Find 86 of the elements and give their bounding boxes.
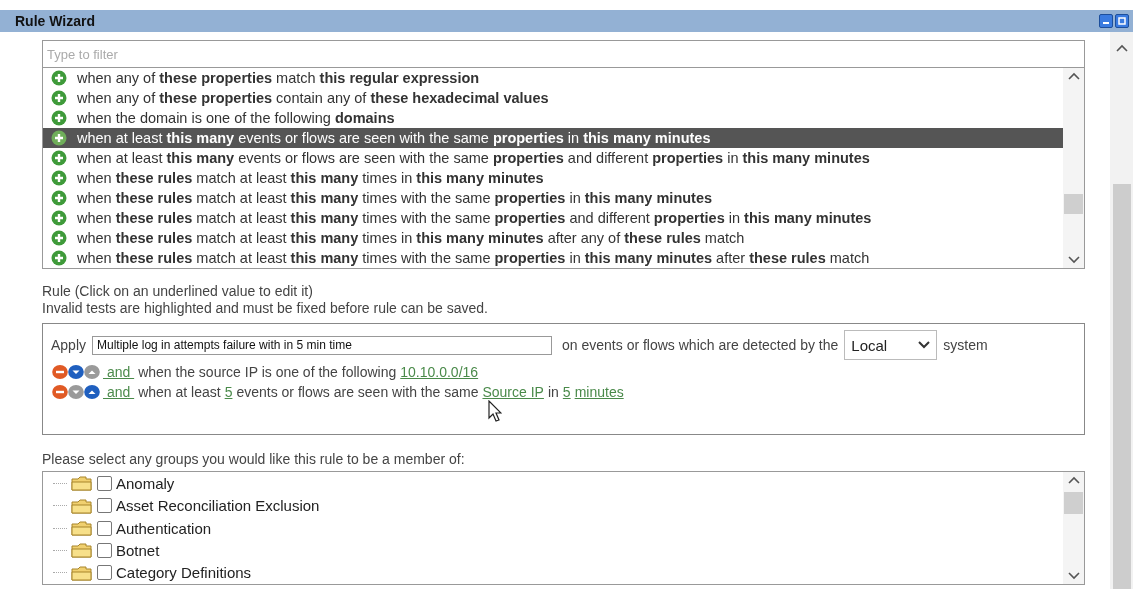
test-list-item[interactable]: when the domain is one of the following domains: [43, 108, 1063, 128]
group-label: Authentication: [116, 519, 212, 537]
test-list-item[interactable]: when these rules match at least this many times with the same properties in this many minutes: [43, 188, 1063, 208]
folder-icon: [71, 497, 93, 514]
add-icon[interactable]: [51, 230, 67, 246]
test-list-item[interactable]: when at least this many events or flows are seen with the same properties in this many minutes: [43, 128, 1063, 148]
group-label: Category Definitions: [116, 564, 252, 582]
system-select[interactable]: Local: [844, 330, 938, 360]
scroll-up-icon[interactable]: [1067, 476, 1080, 484]
test-list-item[interactable]: when these rules match at least this many times with the same properties in this many minutes after these rules match: [43, 248, 1063, 268]
remove-icon[interactable]: [51, 364, 69, 380]
condition-text: events or flows are seen with the same: [236, 384, 479, 400]
remove-icon[interactable]: [51, 384, 69, 400]
test-text: when these rules match at least this many times with the same properties and different properties in this many minutes: [77, 210, 872, 226]
folder-icon: [71, 475, 93, 492]
test-text: when any of these properties contain any of these hexadecimal values: [77, 90, 549, 106]
value-link[interactable]: minutes: [574, 384, 624, 400]
value-link[interactable]: and: [103, 364, 135, 380]
move-down-icon[interactable]: [67, 364, 85, 380]
folder-icon: [71, 564, 93, 581]
test-text: when any of these properties match this regular expression: [77, 70, 480, 86]
value-link[interactable]: 5: [224, 384, 233, 400]
checkbox[interactable]: [97, 542, 112, 558]
add-icon[interactable]: [51, 130, 67, 146]
move-up-icon[interactable]: [83, 384, 101, 400]
window-title: Rule Wizard: [15, 13, 95, 29]
help-text: Invalid tests are highlighted and must be fixed before rule can be saved.: [42, 300, 489, 317]
minimize-button[interactable]: [1099, 14, 1113, 28]
condition-text: when at least: [138, 384, 221, 400]
value-link[interactable]: 5: [562, 384, 571, 400]
test-text: when these rules match at least this many times with the same properties in this many minutes after these rules match: [77, 250, 870, 266]
scroll-up-icon[interactable]: [1115, 44, 1128, 52]
scrollbar[interactable]: [1063, 68, 1084, 268]
checkbox[interactable]: [97, 565, 112, 581]
rule-name-field[interactable]: Multiple log in attempts failure with in 5 min time: [92, 335, 553, 355]
test-text: when at least this many events or flows are seen with the same properties and different properties in this many minutes: [77, 150, 870, 166]
filter-field[interactable]: Type to filter: [42, 40, 1085, 68]
value-link[interactable]: 10.10.0.0/16: [400, 364, 479, 380]
test-list-item[interactable]: when these rules match at least this many times with the same properties and different properties in this many minutes: [43, 208, 1063, 228]
test-text: when these rules match at least this many times in this many minutes after any of these rules match: [77, 230, 745, 246]
checkbox[interactable]: [97, 475, 112, 491]
test-list-item[interactable]: when these rules match at least this many times in this many minutes after any of these rules match: [43, 228, 1063, 248]
scrollbar[interactable]: [1063, 472, 1084, 584]
scrollbar-thumb[interactable]: [1064, 492, 1083, 514]
scrollbar-thumb[interactable]: [1064, 194, 1083, 214]
test-text: when the domain is one of the following domains: [77, 110, 395, 126]
page-scrollbar[interactable]: [1110, 32, 1133, 589]
system-label: system: [943, 337, 988, 353]
scrollbar-thumb[interactable]: [1112, 184, 1131, 589]
condition-text: when the source IP is one of the following: [138, 364, 397, 380]
test-text: when at least this many events or flows are seen with the same properties in this many minutes: [77, 130, 711, 146]
group-label: Anomaly: [116, 474, 175, 492]
add-icon[interactable]: [51, 210, 67, 226]
maximize-button[interactable]: [1115, 14, 1129, 28]
folder-icon: [71, 542, 93, 559]
group-label: Botnet: [116, 541, 160, 559]
add-icon[interactable]: [51, 170, 67, 186]
test-text: when these rules match at least this many times in this many minutes: [77, 170, 544, 186]
checkbox[interactable]: [97, 520, 112, 536]
add-icon[interactable]: [51, 250, 67, 266]
scroll-down-icon[interactable]: [1067, 256, 1080, 264]
help-text: Rule (Click on an underlined value to edit it): [42, 283, 314, 300]
condition-text: in: [547, 384, 559, 400]
group-label: Asset Reconciliation Exclusion: [116, 497, 320, 515]
pointer-cursor-icon: [488, 400, 502, 422]
folder-icon: [71, 520, 93, 536]
groups-label: Please select any groups you would like this rule to be a member of:: [42, 451, 466, 467]
test-list-item[interactable]: when any of these properties contain any of these hexadecimal values: [43, 88, 1063, 108]
maximize-icon: [1118, 17, 1126, 25]
scroll-up-icon[interactable]: [1067, 72, 1080, 80]
test-text: when these rules match at least this many times with the same properties in this many minutes: [77, 190, 713, 206]
caret-icon: [918, 341, 931, 349]
add-icon[interactable]: [51, 150, 67, 166]
add-icon[interactable]: [51, 70, 67, 86]
add-icon[interactable]: [51, 190, 67, 206]
checkbox[interactable]: [97, 498, 112, 514]
test-list-item[interactable]: when these rules match at least this many times in this many minutes: [43, 168, 1063, 188]
add-icon[interactable]: [51, 90, 67, 106]
add-icon[interactable]: [51, 110, 67, 126]
detected-text: on events or flows which are detected by the: [562, 337, 839, 353]
value-link[interactable]: and: [103, 384, 135, 400]
apply-label: Apply: [51, 337, 87, 353]
test-list-item[interactable]: when at least this many events or flows are seen with the same properties and different properties in this many minutes: [43, 148, 1063, 168]
test-list-item[interactable]: when any of these properties match this regular expression: [43, 68, 1063, 88]
scroll-down-icon[interactable]: [1067, 572, 1080, 580]
value-link[interactable]: Source IP: [482, 384, 544, 400]
